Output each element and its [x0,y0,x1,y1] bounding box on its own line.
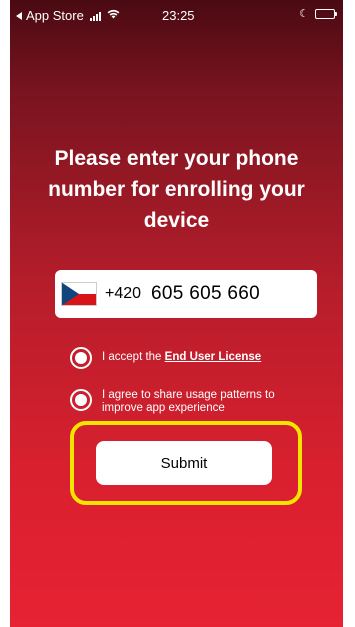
status-right: ☾ [299,7,337,20]
checked-dot-icon [75,394,87,406]
czech-flag-icon[interactable] [61,282,97,306]
usage-checkbox-row[interactable]: I agree to share usage patterns to impro… [70,389,317,415]
eula-label: I accept the End User License [102,351,317,364]
status-bar: App Store 23:25 ☾ [10,0,343,28]
back-to-app-store[interactable]: App Store [16,8,120,23]
status-time: 23:25 [162,8,195,23]
page-title: Please enter your phone number for enrol… [48,147,305,232]
phone-number-value[interactable]: 605 605 660 [151,283,260,305]
moon-icon: ☾ [299,8,309,20]
app-screen: App Store 23:25 ☾ Please enter your phon… [10,0,343,627]
back-label: App Store [26,8,84,23]
wifi-icon [107,9,120,22]
eula-checkbox[interactable] [70,347,92,369]
eula-text: I accept the [102,351,165,363]
signal-icon [89,11,101,21]
phone-number-input[interactable]: +420 605 605 660 [55,270,317,318]
usage-label: I agree to share usage patterns to impro… [102,389,275,414]
back-arrow-icon [16,11,22,20]
eula-link[interactable]: End User License [165,351,262,363]
battery-icon [315,8,337,19]
submit-button[interactable]: Submit [96,441,272,485]
checked-dot-icon [75,352,87,364]
usage-checkbox[interactable] [70,389,92,411]
eula-checkbox-row[interactable]: I accept the End User License [70,347,317,369]
country-code[interactable]: +420 [105,285,141,303]
